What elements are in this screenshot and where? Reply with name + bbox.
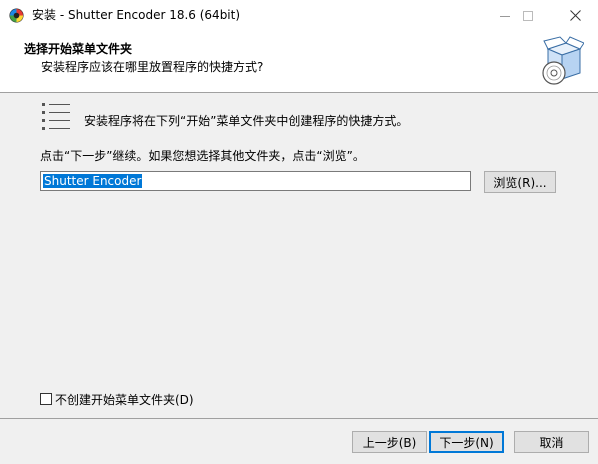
no-start-menu-checkbox[interactable]	[40, 393, 52, 405]
browse-button[interactable]: 浏览(R)...	[484, 171, 556, 193]
close-button[interactable]	[552, 0, 598, 31]
folder-input-value: Shutter Encoder	[43, 174, 143, 188]
cancel-button[interactable]: 取消	[514, 431, 589, 453]
page-subtitle: 安装程序应该在哪里放置程序的快捷方式?	[41, 60, 264, 74]
window-title: 安装 - Shutter Encoder 18.6 (64bit)	[32, 8, 241, 22]
maximize-icon	[523, 10, 533, 21]
back-button[interactable]: 上一步(B)	[352, 431, 427, 453]
title-bar[interactable]: 安装 - Shutter Encoder 18.6 (64bit)	[0, 0, 598, 31]
footer-divider	[0, 418, 598, 419]
close-icon	[569, 10, 581, 21]
installer-box-disc-icon	[542, 36, 584, 85]
start-menu-folder-input[interactable]: Shutter Encoder	[40, 171, 471, 191]
instruction-text: 点击“下一步”继续。如果您想选择其他文件夹，点击“浏览”。	[40, 149, 365, 163]
no-start-menu-option[interactable]: 不创建开始菜单文件夹(D)	[40, 391, 194, 407]
intro-text: 安装程序将在下列“开始”菜单文件夹中创建程序的快捷方式。	[84, 114, 409, 128]
no-start-menu-label[interactable]: 不创建开始菜单文件夹(D)	[55, 391, 194, 408]
page-title: 选择开始菜单文件夹	[24, 42, 133, 56]
installer-window: 安装 - Shutter Encoder 18.6 (64bit) 选择开始菜单…	[0, 0, 598, 464]
shutter-encoder-app-icon	[9, 8, 24, 23]
wizard-header: 选择开始菜单文件夹 安装程序应该在哪里放置程序的快捷方式?	[0, 31, 598, 93]
maximize-button[interactable]	[506, 0, 550, 31]
next-button[interactable]: 下一步(N)	[429, 431, 504, 453]
list-icon	[42, 103, 70, 130]
